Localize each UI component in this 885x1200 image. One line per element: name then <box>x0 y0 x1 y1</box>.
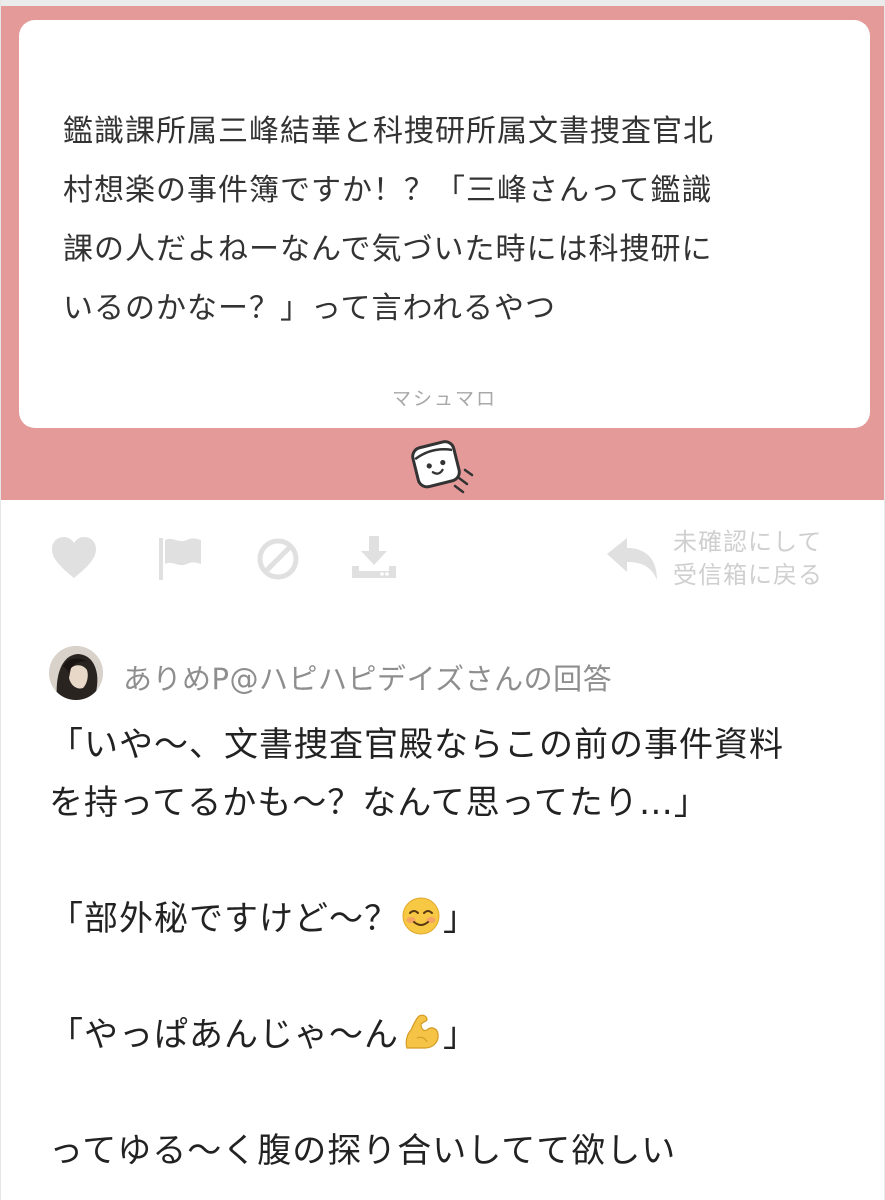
question-line: 村想楽の事件簿ですか！？「三峰さんって鑑識 <box>63 173 713 208</box>
smiling-face-emoji <box>402 897 440 935</box>
prohibited-icon[interactable] <box>253 534 303 582</box>
answer-line: 「いや〜、文書捜査官殿ならこの前の事件資料 <box>49 725 784 765</box>
answer-line-text: 「やっぱあんじゃ〜ん <box>49 1015 399 1055</box>
answer-line: 「部外秘ですけど〜？ 」 <box>49 890 859 948</box>
avatar-image <box>49 646 103 700</box>
answer-line-close: 」 <box>443 1015 478 1055</box>
download-icon[interactable] <box>349 534 399 582</box>
heart-icon[interactable] <box>49 534 99 582</box>
flag-icon[interactable] <box>155 534 205 582</box>
answer-line <box>49 1064 859 1122</box>
answer-line: 「やっぱあんじゃ〜ん 」 <box>49 1006 859 1064</box>
reply-arrow-icon <box>607 538 657 580</box>
answer-body: 「いや〜、文書捜査官殿ならこの前の事件資料 を持ってるかも〜？なんて思ってたり…… <box>49 716 859 1180</box>
question-card: 鑑識課所属三峰結華と科捜研所属文書捜査官北 村想楽の事件簿ですか！？「三峰さんっ… <box>19 20 870 428</box>
mark-unread-line1: 未確認にして <box>673 528 823 556</box>
avatar[interactable] <box>49 646 103 700</box>
question-line: いるのかなー？」って言われるやつ <box>63 291 556 326</box>
answer-line <box>49 948 859 1006</box>
answer-line-close: 」 <box>443 899 478 939</box>
mark-unread-label: 未確認にして 受信箱に戻る <box>673 526 823 592</box>
mark-unread-line2: 受信箱に戻る <box>673 561 823 589</box>
question-source: マシュマロ <box>391 388 497 410</box>
marshmallow-mascot-icon <box>411 440 474 494</box>
action-bar: 未確認にして 受信箱に戻る <box>1 520 884 600</box>
answer-line: を持ってるかも〜？なんて思ってたり…」 <box>49 783 709 823</box>
question-text: 鑑識課所属三峰結華と科捜研所属文書捜査官北 村想楽の事件簿ですか！？「三峰さんっ… <box>63 102 830 338</box>
top-divider <box>1 0 884 6</box>
answer-header: ありめP@ハピハピデイズさんの回答 <box>49 646 849 702</box>
answerer-name: ありめP@ハピハピデイズさんの回答 <box>123 662 613 696</box>
answer-line: ってゆる〜く腹の探り合いしてて欲しい <box>49 1131 677 1171</box>
question-line: 鑑識課所属三峰結華と科捜研所属文書捜査官北 <box>63 114 714 149</box>
answer-line <box>49 832 859 890</box>
answer-line-text: 「部外秘ですけど〜？ <box>49 899 399 939</box>
answer-page: 鑑識課所属三峰結華と科捜研所属文書捜査官北 村想楽の事件簿ですか！？「三峰さんっ… <box>0 0 885 1200</box>
mark-unread-button[interactable]: 未確認にして 受信箱に戻る <box>601 526 851 596</box>
flexed-biceps-emoji <box>405 1014 439 1049</box>
question-line: 課の人だよねーなんで気づいた時には科捜研に <box>63 232 713 267</box>
